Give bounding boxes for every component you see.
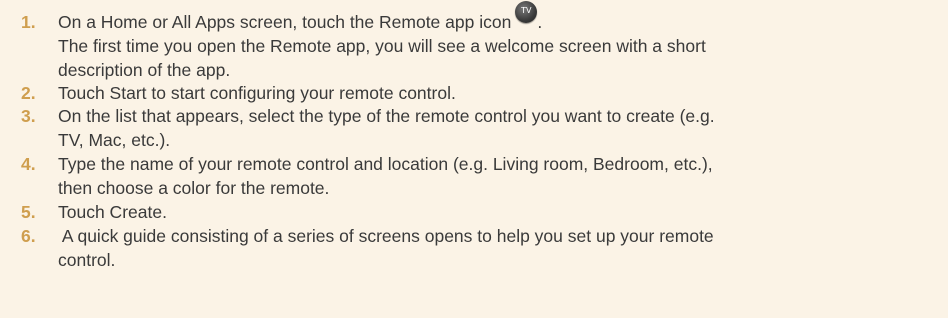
step-text: On the list that appears, select the typ…	[58, 104, 938, 152]
step-line: The first time you open the Remote app, …	[58, 36, 706, 57]
step-number: 2.	[21, 83, 36, 103]
remote-app-tv-icon: TV	[515, 1, 538, 24]
step-number: 5.	[21, 202, 36, 222]
step-line: On a Home or All Apps screen, touch the …	[58, 1, 938, 34]
step-number: 6.	[21, 226, 36, 246]
step-text: A quick guide consisting of a series of …	[58, 224, 938, 272]
step-text: Touch Create.	[58, 200, 938, 224]
tv-icon-label: TV	[521, 6, 532, 16]
step-number: 4.	[21, 154, 36, 174]
step-number: 3.	[21, 106, 36, 126]
step-line: Touch Start to start configuring your re…	[58, 83, 456, 103]
step-line: Type the name of your remote control and…	[58, 154, 713, 174]
step-line: control.	[58, 250, 116, 270]
step-text: On a Home or All Apps screen, touch the …	[58, 1, 938, 82]
step-line: TV, Mac, etc.).	[58, 130, 171, 150]
step-line: A quick guide consisting of a series of …	[58, 226, 714, 246]
step-line: then choose a color for the remote.	[58, 178, 330, 198]
step-text: Touch Start to start configuring your re…	[58, 81, 938, 105]
step-number: 1.	[21, 12, 36, 32]
step-line: Touch Create.	[58, 202, 167, 222]
step-text: Type the name of your remote control and…	[58, 152, 938, 200]
step-line: On the list that appears, select the typ…	[58, 106, 715, 126]
step-line: description of the app.	[58, 60, 231, 81]
